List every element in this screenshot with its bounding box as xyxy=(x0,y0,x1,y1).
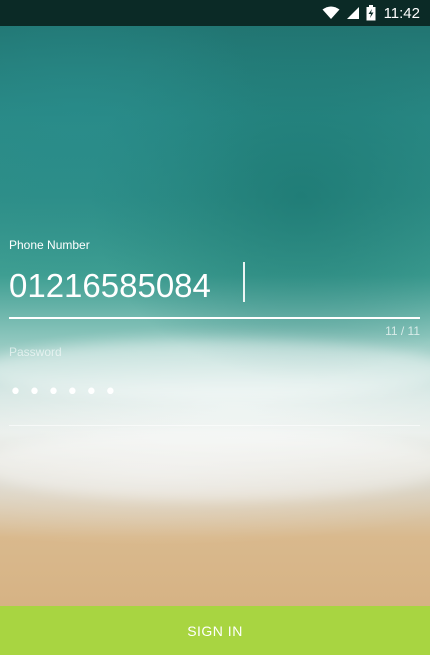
sign-in-button[interactable]: SIGN IN xyxy=(0,606,430,655)
signal-icon xyxy=(346,6,360,20)
password-underline xyxy=(9,425,420,426)
phone-number-label: Phone Number xyxy=(9,238,90,252)
status-time: 11:42 xyxy=(383,4,420,22)
status-bar: 11:42 xyxy=(0,0,430,26)
password-input[interactable] xyxy=(9,372,419,412)
password-label: Password xyxy=(9,345,62,359)
background-wave-foam xyxy=(0,430,430,500)
phone-number-underline xyxy=(9,317,420,319)
wifi-icon xyxy=(322,6,340,20)
text-caret xyxy=(243,262,245,302)
phone-character-counter: 11 / 11 xyxy=(385,324,420,338)
battery-charging-icon xyxy=(366,5,376,21)
phone-number-input[interactable] xyxy=(9,262,419,310)
login-screen: 11:42 Phone Number 11 / 11 Password SIGN… xyxy=(0,0,430,655)
